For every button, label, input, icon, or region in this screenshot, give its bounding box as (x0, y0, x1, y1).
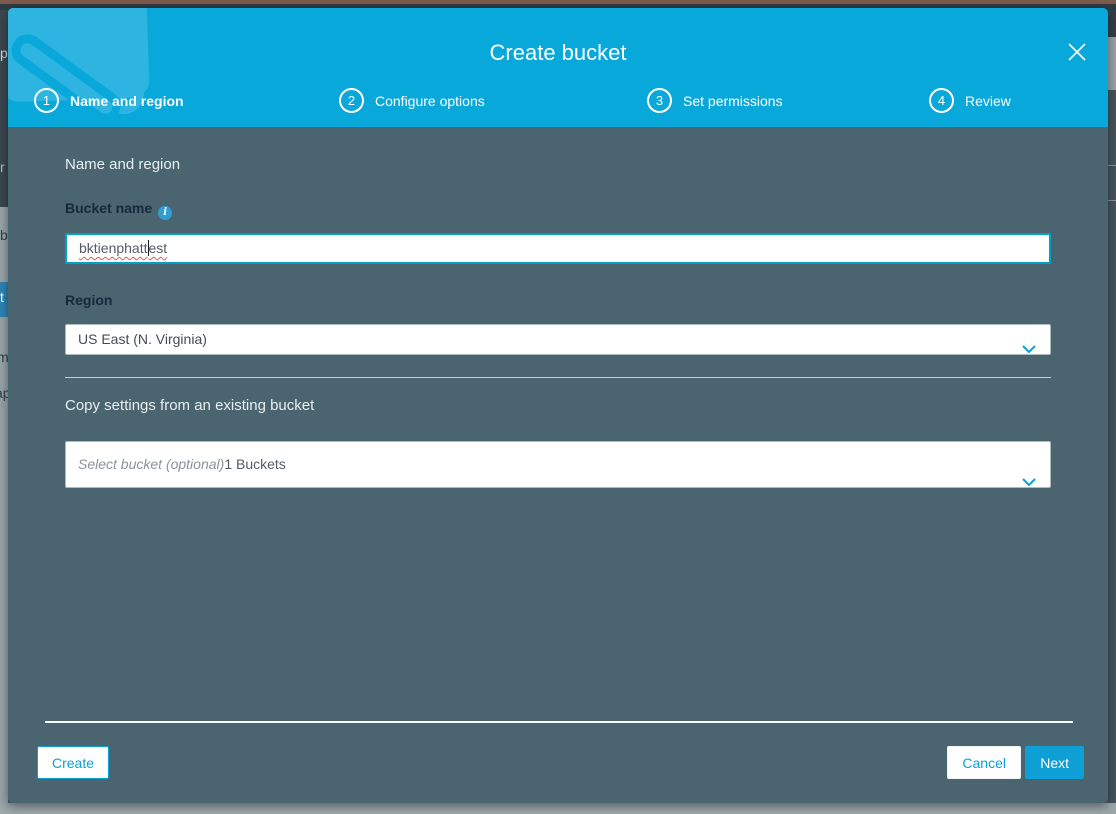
step-label: Review (965, 92, 1011, 109)
create-bucket-modal: Create bucket 1 Name and region 2 Config… (8, 8, 1108, 803)
chevron-down-icon (1021, 335, 1037, 355)
chevron-down-icon (1021, 460, 1037, 488)
background-bottom-edge (0, 803, 1116, 814)
info-icon[interactable]: i (158, 206, 173, 220)
bucket-name-input[interactable]: bktienphattest (65, 233, 1051, 264)
background-panel (1108, 10, 1116, 37)
step-label: Name and region (70, 92, 184, 109)
close-icon[interactable] (1064, 40, 1090, 66)
background-right-edge (1108, 10, 1116, 803)
background-text-fragment: r (0, 159, 5, 175)
background-text-fragment: b (0, 227, 8, 243)
copy-settings-heading: Copy settings from an existing bucket (65, 397, 315, 414)
copy-settings-select[interactable]: Select bucket (optional)1 Buckets (65, 441, 1051, 488)
step-number: 4 (929, 88, 954, 113)
background-row-divider (1108, 200, 1116, 201)
step-name-and-region[interactable]: 1 Name and region (34, 88, 184, 113)
bucket-name-label-text: Bucket name (65, 200, 153, 216)
background-text-fragment: m (0, 349, 8, 365)
bucket-count: 1 Buckets (224, 456, 286, 472)
step-configure-options[interactable]: 2 Configure options (339, 88, 485, 113)
modal-title: Create bucket (489, 40, 627, 65)
region-selected-value: US East (N. Virginia) (78, 331, 207, 347)
step-number: 1 (34, 88, 59, 113)
create-button[interactable]: Create (37, 746, 110, 779)
footer-divider (45, 721, 1073, 723)
background-left-edge: p r b t m ap (0, 10, 8, 803)
background-text-fragment: ap (0, 385, 8, 401)
bucket-name-value: bktienphattest (79, 240, 168, 256)
step-review[interactable]: 4 Review (929, 88, 1011, 113)
region-select[interactable]: US East (N. Virginia) (65, 324, 1051, 355)
step-set-permissions[interactable]: 3 Set permissions (647, 88, 783, 113)
background-text-fragment: t (0, 289, 4, 305)
step-label: Set permissions (683, 92, 783, 109)
step-number: 2 (339, 88, 364, 113)
region-label: Region (65, 292, 113, 308)
background-row-divider (1108, 165, 1116, 166)
background-text-fragment: p (0, 45, 8, 61)
bucket-name-label: Bucket name i (65, 200, 173, 220)
step-number: 3 (647, 88, 672, 113)
section-heading: Name and region (65, 156, 181, 173)
cancel-button[interactable]: Cancel (947, 746, 1021, 779)
copy-settings-placeholder: Select bucket (optional) (78, 456, 225, 472)
modal-header: Create bucket 1 Name and region 2 Config… (8, 8, 1108, 127)
section-divider (65, 377, 1051, 378)
step-label: Configure options (375, 92, 485, 109)
next-button[interactable]: Next (1025, 746, 1084, 779)
background-panel (1108, 37, 1116, 90)
